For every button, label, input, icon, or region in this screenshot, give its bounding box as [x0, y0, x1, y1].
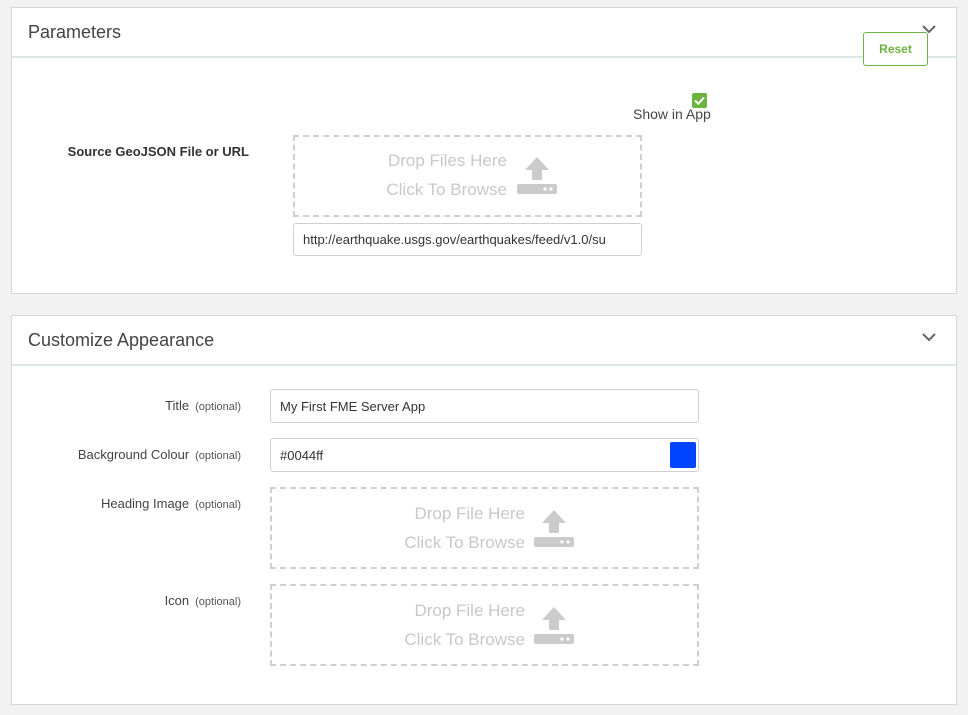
upload-icon [534, 510, 574, 547]
click-to-browse-text: Click To Browse [386, 180, 507, 199]
click-to-browse-text: Click To Browse [404, 630, 525, 649]
parameters-panel-header[interactable]: Parameters [12, 8, 956, 58]
drop-file-here-text: Drop File Here [414, 601, 525, 620]
dropzone-text: Drop File Here Click To Browse [347, 499, 525, 557]
checkmark-icon [694, 96, 705, 106]
dropzone-text: Drop Files Here Click To Browse [335, 146, 507, 204]
panel-title: Parameters [28, 22, 122, 42]
icon-dropzone[interactable]: Drop File Here Click To Browse [270, 584, 699, 666]
dropzone-text: Drop File Here Click To Browse [347, 596, 525, 654]
optional-text: (optional) [195, 450, 241, 462]
click-to-browse-text: Click To Browse [404, 533, 525, 552]
title-field-label: Title (optional) [52, 398, 241, 413]
icon-label-text: Icon [164, 593, 190, 608]
background-colour-label: Background Colour (optional) [42, 447, 241, 462]
heading-image-label: Heading Image (optional) [52, 496, 241, 511]
title-input[interactable]: My First FME Server App [270, 389, 699, 423]
heading-image-label-text: Heading Image [100, 496, 190, 511]
upload-icon [517, 157, 557, 194]
colour-swatch[interactable] [670, 442, 696, 468]
appearance-panel-header[interactable]: Customize Appearance [12, 316, 956, 366]
heading-image-dropzone[interactable]: Drop File Here Click To Browse [270, 487, 699, 569]
source-geojson-label: Source GeoJSON File or URL [67, 144, 249, 159]
background-colour-input[interactable]: #0044ff [270, 438, 699, 472]
source-file-dropzone[interactable]: Drop Files Here Click To Browse [293, 135, 642, 217]
background-colour-value: #0044ff [280, 448, 324, 463]
reset-button[interactable]: Reset [863, 32, 928, 66]
show-in-app-label: Show in App [633, 106, 711, 122]
customize-appearance-panel: Customize Appearance Title (optional) My … [11, 315, 957, 705]
upload-icon [534, 607, 574, 644]
show-in-app-checkbox[interactable] [692, 93, 707, 108]
background-colour-label-text: Background Colour [77, 447, 190, 462]
icon-field-label: Icon (optional) [52, 593, 241, 608]
optional-text: (optional) [195, 499, 241, 511]
panel-title: Customize Appearance [28, 330, 215, 350]
drop-file-here-text: Drop File Here [414, 504, 525, 523]
optional-text: (optional) [195, 596, 241, 608]
title-label-text: Title [165, 398, 190, 413]
source-url-input[interactable]: http://earthquake.usgs.gov/earthquakes/f… [293, 223, 642, 256]
drop-files-here-text: Drop Files Here [387, 151, 507, 170]
chevron-down-icon[interactable] [920, 328, 938, 346]
optional-text: (optional) [195, 401, 241, 413]
parameters-panel: Parameters Reset Show in App Source GeoJ… [11, 7, 957, 294]
